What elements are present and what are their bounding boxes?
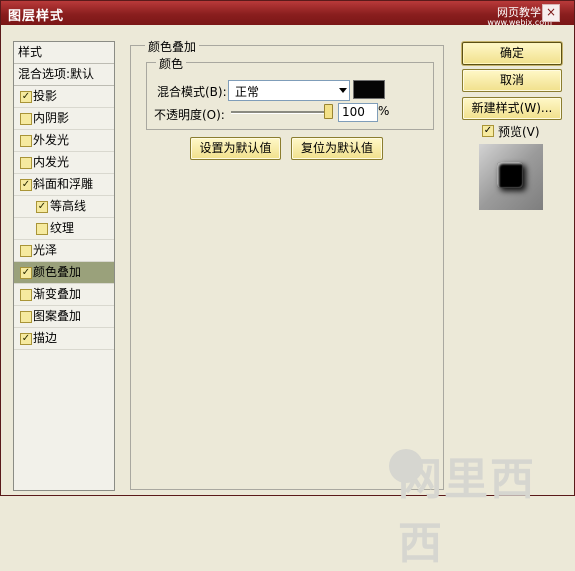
style-preview-thumbnail [479, 144, 543, 210]
style-item-inner-shadow[interactable]: 内阴影 [14, 108, 114, 130]
checkbox-gradient-overlay[interactable] [20, 289, 32, 301]
checkbox-outer-glow[interactable] [20, 135, 32, 147]
style-item-label: 渐变叠加 [33, 287, 82, 301]
style-item-color-overlay[interactable]: ✓ 颜色叠加 [14, 262, 114, 284]
style-item-gradient-overlay[interactable]: 渐变叠加 [14, 284, 114, 306]
checkbox-contour[interactable]: ✓ [36, 201, 48, 213]
chevron-down-icon [339, 88, 347, 93]
style-item-label: 斜面和浮雕 [33, 177, 94, 191]
styles-header[interactable]: 样式 [14, 42, 114, 64]
overlay-color-swatch[interactable] [353, 80, 385, 99]
checkbox-texture[interactable] [36, 223, 48, 235]
checkbox-inner-glow[interactable] [20, 157, 32, 169]
opacity-slider-track[interactable] [231, 111, 330, 114]
preview-square [497, 162, 523, 188]
reset-default-button[interactable]: 复位为默认值 [291, 137, 383, 160]
checkbox-satin[interactable] [20, 245, 32, 257]
opacity-slider-thumb[interactable] [324, 104, 333, 119]
styles-list: 样式 混合选项:默认 ✓ 投影 内阴影 外发光 内发光 ✓ 斜面和浮雕 ✓ 等高线 纹… [13, 41, 115, 491]
bottom-watermark: 网里西西 [398, 454, 536, 569]
style-item-outer-glow[interactable]: 外发光 [14, 130, 114, 152]
opacity-label: 不透明度(O): [154, 108, 225, 122]
style-item-label: 图案叠加 [33, 309, 82, 323]
style-item-inner-glow[interactable]: 内发光 [14, 152, 114, 174]
preview-checkbox[interactable]: ✓ [482, 125, 494, 137]
cancel-button[interactable]: 取消 [462, 69, 562, 92]
blend-options-item[interactable]: 混合选项:默认 [14, 64, 114, 86]
blend-mode-label: 混合模式(B): [157, 85, 227, 99]
group-title: 颜色叠加 [145, 38, 200, 55]
checkbox-stroke[interactable]: ✓ [20, 333, 32, 345]
style-item-label: 投影 [33, 89, 58, 103]
opacity-input[interactable]: 100 [338, 103, 378, 122]
title-bar[interactable]: 图层样式 网页教学网 www.webjx.com × [1, 1, 574, 27]
opacity-unit: % [378, 104, 390, 118]
style-item-label: 内阴影 [33, 111, 70, 125]
style-item-label: 等高线 [50, 199, 87, 213]
layer-style-dialog: 图层样式 网页教学网 www.webjx.com × 样式 混合选项:默认 ✓ 投… [0, 0, 575, 569]
style-item-label: 内发光 [33, 155, 70, 169]
checkbox-inner-shadow[interactable] [20, 113, 32, 125]
style-item-label: 外发光 [33, 133, 70, 147]
preview-label[interactable]: 预览(V) [498, 123, 540, 140]
style-item-label: 纹理 [50, 221, 75, 235]
dialog-title: 图层样式 [8, 9, 65, 24]
subgroup-title: 颜色 [156, 55, 187, 72]
new-style-button[interactable]: 新建样式(W)... [462, 97, 562, 120]
style-item-contour[interactable]: ✓ 等高线 [14, 196, 114, 218]
style-item-label: 颜色叠加 [33, 265, 82, 279]
checkbox-drop-shadow[interactable]: ✓ [20, 91, 32, 103]
checkbox-bevel-emboss[interactable]: ✓ [20, 179, 32, 191]
set-default-button[interactable]: 设置为默认值 [190, 137, 281, 160]
checkbox-color-overlay[interactable]: ✓ [20, 267, 32, 279]
blend-mode-select[interactable]: 正常 [228, 80, 350, 101]
style-item-stroke[interactable]: ✓ 描边 [14, 328, 114, 350]
close-button[interactable]: × [542, 4, 560, 22]
style-item-bevel-emboss[interactable]: ✓ 斜面和浮雕 [14, 174, 114, 196]
style-item-pattern-overlay[interactable]: 图案叠加 [14, 306, 114, 328]
close-icon: × [545, 5, 557, 19]
checkbox-pattern-overlay[interactable] [20, 311, 32, 323]
style-item-label: 光泽 [33, 243, 58, 257]
style-item-texture[interactable]: 纹理 [14, 218, 114, 240]
style-item-label: 描边 [33, 331, 58, 345]
style-item-drop-shadow[interactable]: ✓ 投影 [14, 86, 114, 108]
blend-mode-value: 正常 [235, 85, 260, 99]
ok-button[interactable]: 确定 [462, 42, 562, 65]
style-item-satin[interactable]: 光泽 [14, 240, 114, 262]
